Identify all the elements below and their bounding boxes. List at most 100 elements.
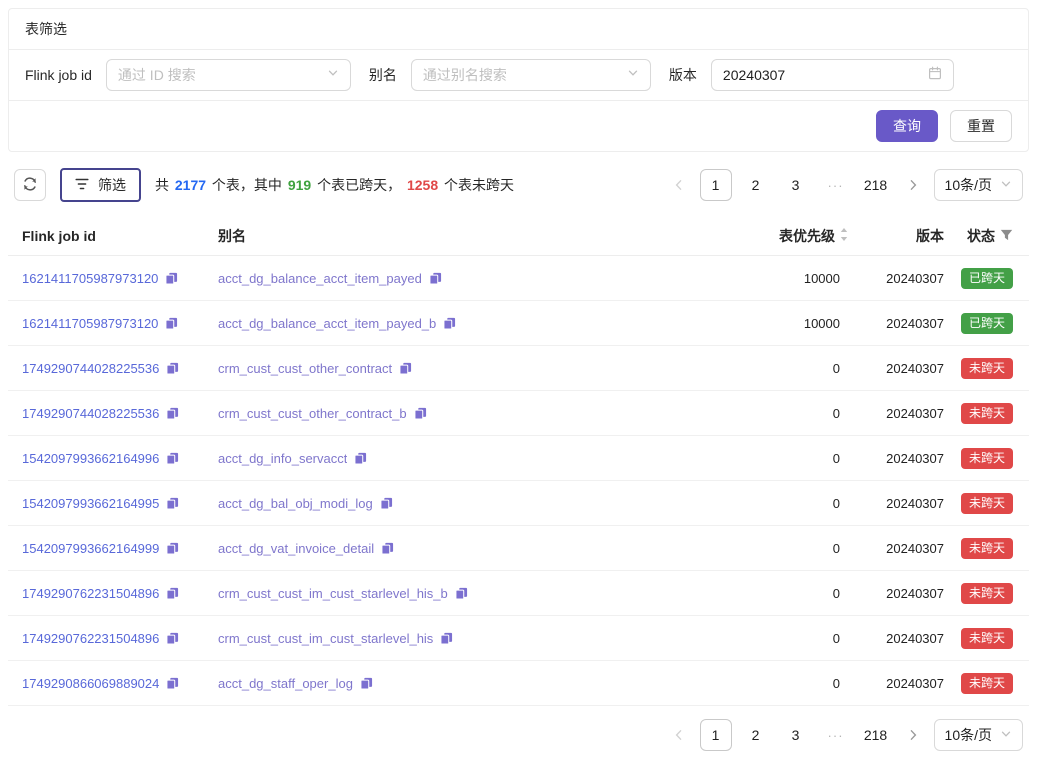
copy-alias-icon[interactable] <box>440 632 453 645</box>
column-header-alias: 别名 <box>218 226 713 246</box>
page-size-select[interactable]: 10条/页 <box>934 719 1023 751</box>
reset-button[interactable]: 重置 <box>950 110 1012 142</box>
copy-alias-icon[interactable] <box>399 362 412 375</box>
page-button[interactable]: 1 <box>700 719 732 751</box>
table-header-row: Flink job id 别名 表优先级 版本 状态 <box>8 216 1029 256</box>
priority-cell: 0 <box>713 586 853 601</box>
filter-toggle-button[interactable]: 筛选 <box>60 168 141 202</box>
total-count: 2177 <box>173 177 208 193</box>
job-id-link[interactable]: 1621411705987973120 <box>22 316 158 331</box>
filter-card: 表筛选 Flink job id 通过 ID 搜索 别名 通过别名搜索 <box>8 8 1029 152</box>
alias-link[interactable]: acct_dg_bal_obj_modi_log <box>218 496 373 511</box>
copy-job-id-icon[interactable] <box>166 407 179 420</box>
data-table: Flink job id 别名 表优先级 版本 状态 1621411705987… <box>8 216 1029 706</box>
alias-link[interactable]: crm_cust_cust_im_cust_starlevel_his <box>218 631 433 646</box>
alias-link[interactable]: crm_cust_cust_other_contract_b <box>218 406 407 421</box>
pagination-prev-icon[interactable] <box>666 719 692 751</box>
page-button[interactable]: 218 <box>860 719 892 751</box>
copy-job-id-icon[interactable] <box>165 272 178 285</box>
alias-link[interactable]: acct_dg_info_servacct <box>218 451 347 466</box>
copy-job-id-icon[interactable] <box>166 587 179 600</box>
sort-icon[interactable] <box>839 227 849 245</box>
pagination-next-icon[interactable] <box>900 719 926 751</box>
copy-alias-icon[interactable] <box>380 497 393 510</box>
table-row: 1542097993662164996 acct_dg_info_servacc… <box>8 436 1029 481</box>
version-cell: 20240307 <box>853 586 949 601</box>
alias-link[interactable]: crm_cust_cust_other_contract <box>218 361 392 376</box>
version-cell: 20240307 <box>853 676 949 691</box>
page-button[interactable]: 1 <box>700 169 732 201</box>
table-summary: 共 2177 个表，其中 919 个表已跨天， 1258 个表未跨天 <box>155 175 514 195</box>
filter-fields-row: Flink job id 通过 ID 搜索 别名 通过别名搜索 <box>9 50 1028 101</box>
page-size-select[interactable]: 10条/页 <box>934 169 1023 201</box>
version-date-value: 20240307 <box>723 67 785 83</box>
alias-link[interactable]: acct_dg_vat_invoice_detail <box>218 541 374 556</box>
version-date-input[interactable]: 20240307 <box>711 59 954 91</box>
chevron-down-icon <box>627 66 639 84</box>
column-header-priority[interactable]: 表优先级 <box>713 226 853 246</box>
copy-job-id-icon[interactable] <box>166 632 179 645</box>
table-row: 1749290762231504896 crm_cust_cust_im_cus… <box>8 616 1029 661</box>
copy-job-id-icon[interactable] <box>166 497 179 510</box>
job-id-link[interactable]: 1749290744028225536 <box>22 406 159 421</box>
pagination-next-icon[interactable] <box>900 169 926 201</box>
page-button[interactable]: 3 <box>780 719 812 751</box>
pagination-prev-icon[interactable] <box>666 169 692 201</box>
alias-link[interactable]: acct_dg_balance_acct_item_payed_b <box>218 316 436 331</box>
refresh-button[interactable] <box>14 169 46 201</box>
pagination-ellipsis[interactable]: ··· <box>820 169 852 201</box>
filter-card-title: 表筛选 <box>9 9 1028 50</box>
alias-link[interactable]: acct_dg_staff_oper_log <box>218 676 353 691</box>
copy-alias-icon[interactable] <box>429 272 442 285</box>
page-button[interactable]: 2 <box>740 169 772 201</box>
copy-job-id-icon[interactable] <box>166 542 179 555</box>
copy-job-id-icon[interactable] <box>166 452 179 465</box>
status-badge: 已跨天 <box>961 268 1013 289</box>
page-button[interactable]: 218 <box>860 169 892 201</box>
job-id-link[interactable]: 1749290744028225536 <box>22 361 159 376</box>
funnel-filter-icon[interactable] <box>1000 228 1013 244</box>
job-id-link[interactable]: 1621411705987973120 <box>22 271 158 286</box>
alias-link[interactable]: crm_cust_cust_im_cust_starlevel_his_b <box>218 586 448 601</box>
job-id-link[interactable]: 1542097993662164999 <box>22 541 159 556</box>
job-id-link[interactable]: 1749290762231504896 <box>22 586 159 601</box>
table-row: 1621411705987973120 acct_dg_balance_acct… <box>8 301 1029 346</box>
page-button[interactable]: 3 <box>780 169 812 201</box>
copy-job-id-icon[interactable] <box>165 317 178 330</box>
page-size-value: 10条/页 <box>945 725 992 745</box>
table-row: 1542097993662164999 acct_dg_vat_invoice_… <box>8 526 1029 571</box>
copy-alias-icon[interactable] <box>354 452 367 465</box>
copy-alias-icon[interactable] <box>443 317 456 330</box>
priority-cell: 10000 <box>713 271 853 286</box>
chevron-down-icon <box>1000 727 1012 743</box>
priority-cell: 0 <box>713 631 853 646</box>
query-button[interactable]: 查询 <box>876 110 938 142</box>
copy-job-id-icon[interactable] <box>166 362 179 375</box>
job-id-link[interactable]: 1749290762231504896 <box>22 631 159 646</box>
jobid-filter-select[interactable]: 通过 ID 搜索 <box>106 59 351 91</box>
status-badge: 未跨天 <box>961 673 1013 694</box>
table-row: 1621411705987973120 acct_dg_balance_acct… <box>8 256 1029 301</box>
priority-cell: 0 <box>713 676 853 691</box>
page-button[interactable]: 2 <box>740 719 772 751</box>
table-row: 1542097993662164995 acct_dg_bal_obj_modi… <box>8 481 1029 526</box>
copy-alias-icon[interactable] <box>455 587 468 600</box>
chevron-down-icon <box>1000 177 1012 193</box>
pagination-ellipsis[interactable]: ··· <box>820 719 852 751</box>
calendar-icon <box>928 66 942 85</box>
alias-filter-placeholder: 通过别名搜索 <box>423 65 507 85</box>
status-badge: 未跨天 <box>961 358 1013 379</box>
copy-alias-icon[interactable] <box>414 407 427 420</box>
copy-alias-icon[interactable] <box>381 542 394 555</box>
job-id-link[interactable]: 1542097993662164996 <box>22 451 159 466</box>
alias-filter-select[interactable]: 通过别名搜索 <box>411 59 651 91</box>
copy-alias-icon[interactable] <box>360 677 373 690</box>
job-id-link[interactable]: 1542097993662164995 <box>22 496 159 511</box>
job-id-link[interactable]: 1749290866069889024 <box>22 676 159 691</box>
column-header-jobid: Flink job id <box>22 228 218 244</box>
table-row: 1749290744028225536 crm_cust_cust_other_… <box>8 346 1029 391</box>
version-cell: 20240307 <box>853 541 949 556</box>
summary-text: 个表，其中 <box>208 177 286 193</box>
alias-link[interactable]: acct_dg_balance_acct_item_payed <box>218 271 422 286</box>
copy-job-id-icon[interactable] <box>166 677 179 690</box>
